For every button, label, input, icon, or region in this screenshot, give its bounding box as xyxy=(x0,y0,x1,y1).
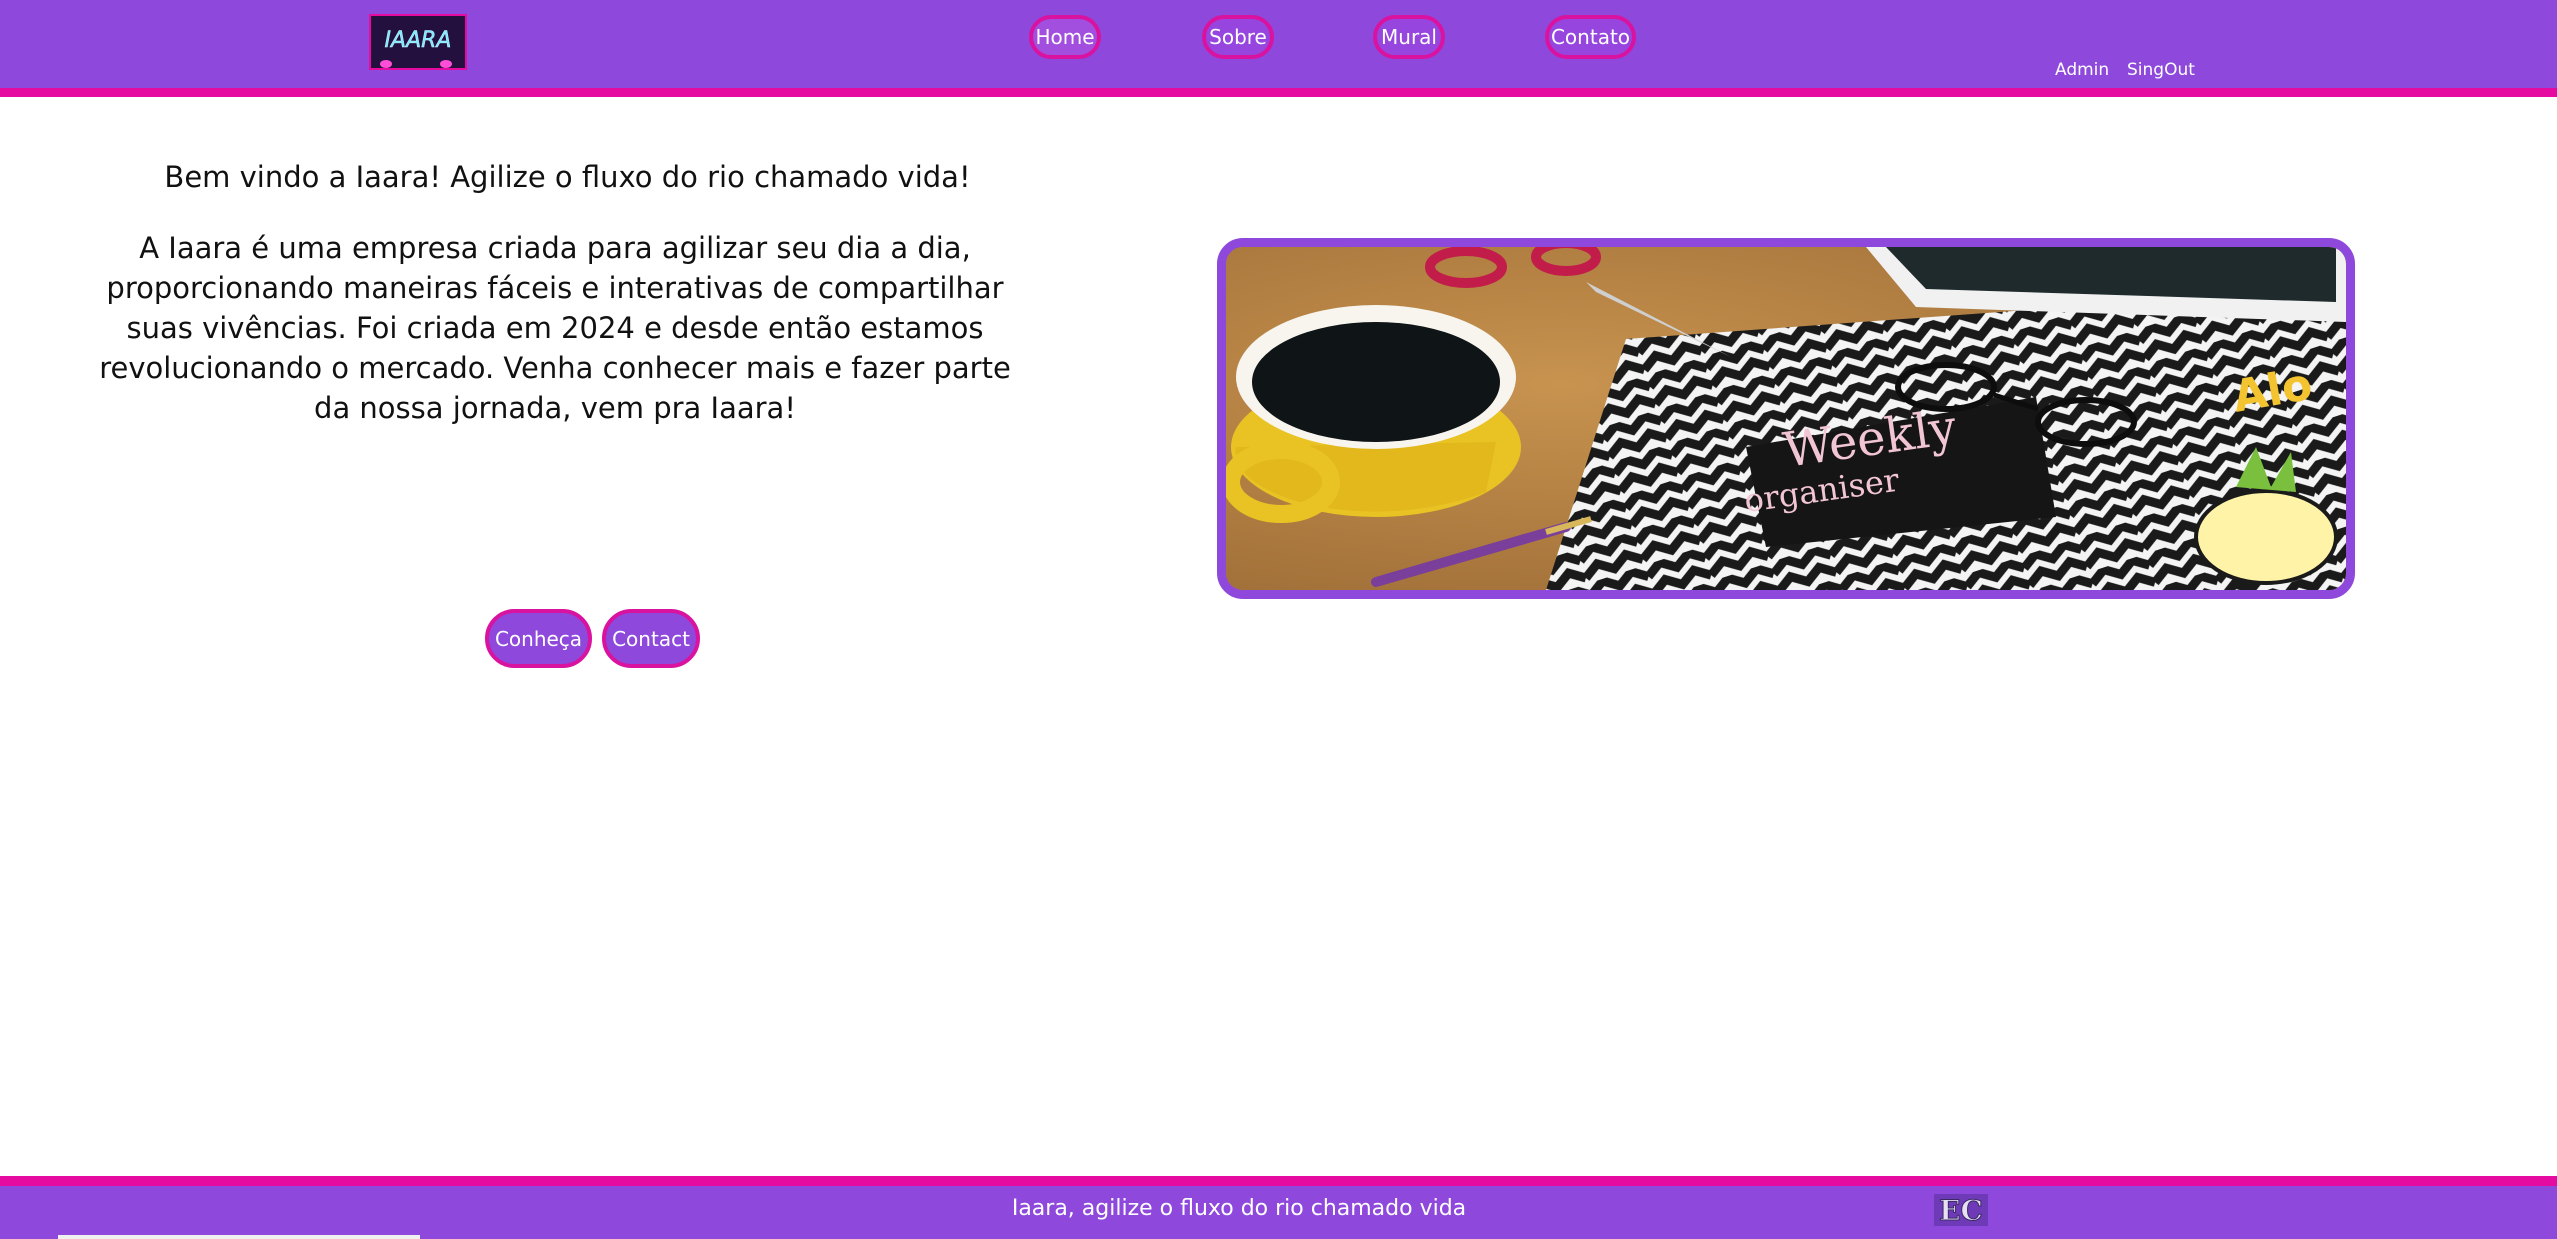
contact-button[interactable]: Contact xyxy=(602,609,700,668)
footer-logo-image: EC xyxy=(1934,1194,1988,1228)
logo[interactable]: IAARA xyxy=(369,14,467,70)
footer-tagline: Iaara, agilize o fluxo do rio chamado vi… xyxy=(1011,1196,1467,1221)
intro-paragraph: A Iaara é uma empresa criada para agiliz… xyxy=(99,231,1011,425)
footer: Iaara, agilize o fluxo do rio chamado vi… xyxy=(0,1176,2557,1239)
nav-sobre[interactable]: Sobre xyxy=(1202,15,1274,59)
welcome-heading: Bem vindo a Iaara! Agilize o fluxo do ri… xyxy=(164,160,971,194)
header: IAARA Home Sobre Mural Contato Admin Sin… xyxy=(0,0,2557,97)
scrollbar-strip xyxy=(58,1235,420,1239)
hero-illustration: Weekly organiser Alo xyxy=(1226,247,2346,590)
signout-link[interactable]: SingOut xyxy=(2127,60,2195,80)
nav-mural[interactable]: Mural xyxy=(1373,15,1445,59)
nav-contato[interactable]: Contato xyxy=(1545,15,1636,59)
logo-lettering: IAARA xyxy=(385,28,452,53)
footer-logo-lettering: EC xyxy=(1939,1194,1983,1227)
conheca-button[interactable]: Conheça xyxy=(485,609,592,668)
admin-link[interactable]: Admin xyxy=(2055,60,2109,80)
hero-image: Weekly organiser Alo xyxy=(1217,238,2355,599)
logo-image: IAARA xyxy=(371,16,465,68)
footer-logo[interactable]: EC xyxy=(1930,1190,1992,1230)
nav-home[interactable]: Home xyxy=(1029,15,1101,59)
